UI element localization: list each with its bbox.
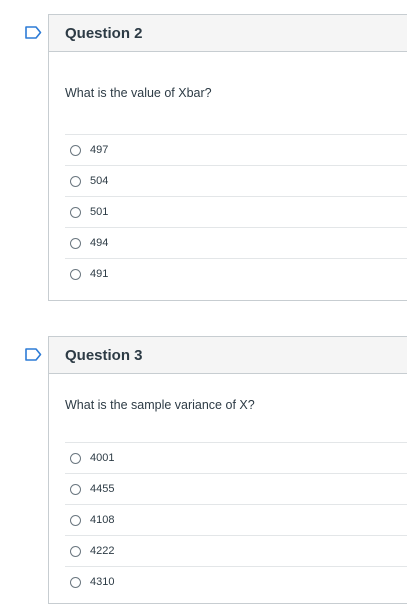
radio-button[interactable]: [70, 545, 81, 557]
answer-option[interactable]: 494: [65, 227, 407, 258]
answer-label: 4108: [90, 514, 115, 526]
answer-label: 4455: [90, 483, 115, 495]
answer-label: 4310: [90, 576, 115, 588]
radio-button[interactable]: [70, 514, 81, 526]
flag-question-icon[interactable]: [25, 26, 42, 39]
radio-button[interactable]: [70, 237, 81, 249]
question-text: What is the sample variance of X?: [65, 398, 255, 412]
question-card: Question 2 What is the value of Xbar? 49…: [48, 14, 407, 301]
radio-button[interactable]: [70, 175, 81, 187]
radio-button[interactable]: [70, 144, 81, 156]
answer-label: 501: [90, 206, 109, 218]
answer-label: 4001: [90, 452, 115, 464]
answer-label: 497: [90, 144, 109, 156]
answer-label: 494: [90, 237, 109, 249]
answer-option[interactable]: 504: [65, 165, 407, 196]
answer-option[interactable]: 4455: [65, 473, 407, 504]
answer-option[interactable]: 4310: [65, 566, 407, 597]
answer-option[interactable]: 501: [65, 196, 407, 227]
answer-option[interactable]: 4001: [65, 442, 407, 473]
question-title: Question 2: [49, 15, 407, 52]
answer-option[interactable]: 4222: [65, 535, 407, 566]
question-text: What is the value of Xbar?: [65, 86, 212, 100]
answer-option[interactable]: 4108: [65, 504, 407, 535]
answer-label: 4222: [90, 545, 115, 557]
radio-button[interactable]: [70, 483, 81, 495]
radio-button[interactable]: [70, 452, 81, 464]
question-title: Question 3: [49, 337, 407, 374]
answer-option[interactable]: 491: [65, 258, 407, 289]
answer-label: 504: [90, 175, 109, 187]
answer-option[interactable]: 497: [65, 134, 407, 165]
answer-list: 4001 4455 4108 4222 4310: [65, 442, 407, 597]
flag-question-icon[interactable]: [25, 348, 42, 361]
radio-button[interactable]: [70, 268, 81, 280]
radio-button[interactable]: [70, 576, 81, 588]
answer-list: 497 504 501 494 491: [65, 134, 407, 289]
question-card: Question 3 What is the sample variance o…: [48, 336, 407, 604]
answer-label: 491: [90, 268, 109, 280]
radio-button[interactable]: [70, 206, 81, 218]
